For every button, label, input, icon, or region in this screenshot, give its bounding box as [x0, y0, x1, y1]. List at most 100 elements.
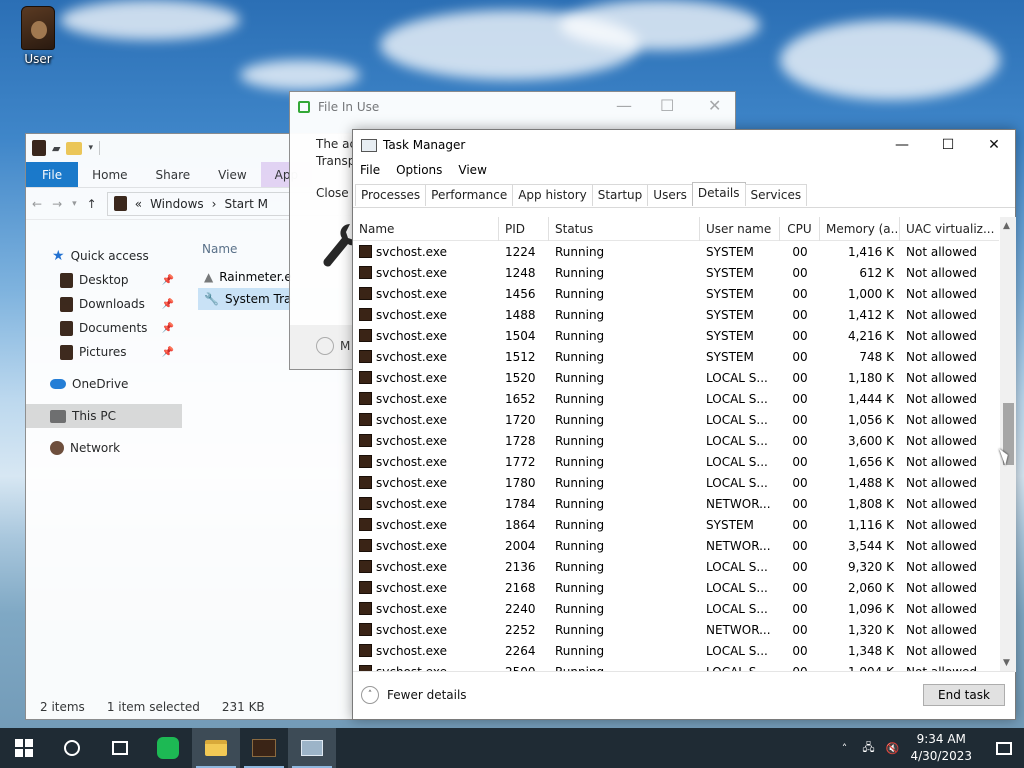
close-icon: ✕: [988, 137, 1000, 153]
maximize-icon[interactable]: ☐: [660, 96, 674, 115]
task-view-button[interactable]: [96, 728, 144, 768]
table-row[interactable]: svchost.exe 1864 Running SYSTEM 00 1,116 K Not…: [353, 514, 999, 535]
minimize-icon[interactable]: —: [616, 96, 632, 115]
nav-label: OneDrive: [72, 377, 129, 391]
task-manager-app-icon: [361, 138, 377, 152]
desktop-icon-user[interactable]: User: [12, 6, 64, 66]
end-task-button[interactable]: End task: [923, 684, 1005, 706]
clock[interactable]: 9:34 AM 4/30/2023: [910, 731, 972, 765]
table-row[interactable]: svchost.exe 2136 Running LOCAL S... 00 9,320 …: [353, 556, 999, 577]
recent-chevron-icon[interactable]: ▾: [72, 199, 77, 209]
column-header-status[interactable]: Status: [549, 217, 700, 241]
cell-cpu: 00: [792, 370, 808, 385]
nav-documents[interactable]: Documents 📌: [26, 316, 182, 340]
table-row[interactable]: svchost.exe 1520 Running LOCAL S... 00 1,180 …: [353, 367, 999, 388]
close-icon[interactable]: ✕: [708, 96, 721, 115]
show-hidden-icons-chevron-icon[interactable]: ˄: [834, 742, 854, 755]
menu-file[interactable]: File: [360, 163, 380, 177]
nav-network[interactable]: Network: [26, 436, 182, 460]
file-explorer-icon: [205, 740, 227, 756]
column-header-pid[interactable]: PID: [499, 217, 549, 241]
table-row[interactable]: svchost.exe 1248 Running SYSTEM 00 612 K Not a…: [353, 262, 999, 283]
separator: [99, 141, 100, 155]
back-arrow-icon[interactable]: ←: [32, 197, 42, 211]
more-details-link[interactable]: M: [340, 339, 350, 353]
nav-downloads[interactable]: Downloads 📌: [26, 292, 182, 316]
breadcrumb-start-menu[interactable]: Start M: [224, 197, 267, 211]
ribbon-tab-home[interactable]: Home: [78, 162, 141, 187]
table-row[interactable]: svchost.exe 2264 Running LOCAL S... 00 1,348 …: [353, 640, 999, 661]
ribbon-tab-file[interactable]: File: [26, 162, 79, 187]
table-row[interactable]: svchost.exe 1772 Running LOCAL S... 00 1,656 …: [353, 451, 999, 472]
table-row[interactable]: svchost.exe 1780 Running LOCAL S... 00 1,488 …: [353, 472, 999, 493]
table-row[interactable]: svchost.exe 1728 Running LOCAL S... 00 3,600 …: [353, 430, 999, 451]
cell-status: Running: [555, 307, 605, 322]
table-row[interactable]: svchost.exe 2168 Running LOCAL S... 00 2,060 …: [353, 577, 999, 598]
taskbar-task-manager[interactable]: [288, 728, 336, 768]
taskbar-app-brown[interactable]: [240, 728, 288, 768]
table-row[interactable]: svchost.exe 1504 Running SYSTEM 00 4,216 K Not…: [353, 325, 999, 346]
chevron-down-icon[interactable]: ▾: [88, 143, 93, 153]
table-row[interactable]: svchost.exe 1456 Running SYSTEM 00 1,000 K Not…: [353, 283, 999, 304]
scroll-up-icon[interactable]: ▲: [1003, 221, 1010, 231]
tab-performance[interactable]: Performance: [425, 184, 514, 206]
tab-details[interactable]: Details: [691, 182, 746, 206]
nav-quick-access[interactable]: ★ Quick access: [26, 244, 182, 268]
ribbon-tab-share[interactable]: Share: [142, 162, 205, 187]
table-row[interactable]: svchost.exe 1784 Running NETWOR... 00 1,808 K…: [353, 493, 999, 514]
action-center-button[interactable]: [984, 728, 1024, 768]
folder-icon[interactable]: [66, 141, 83, 155]
quick-access-toolbar-icon[interactable]: ▰: [52, 142, 60, 155]
tab-app-history[interactable]: App history: [512, 184, 593, 206]
tab-startup[interactable]: Startup: [591, 184, 649, 206]
table-row[interactable]: svchost.exe 1720 Running LOCAL S... 00 1,056 …: [353, 409, 999, 430]
taskbar-file-explorer[interactable]: [192, 728, 240, 768]
network-status-icon[interactable]: 🖧: [858, 739, 878, 758]
close-button[interactable]: ✕: [971, 130, 1017, 160]
cloud: [240, 60, 360, 90]
forward-arrow-icon[interactable]: →: [52, 197, 62, 211]
table-row[interactable]: svchost.exe 1512 Running SYSTEM 00 748 K Not a…: [353, 346, 999, 367]
table-row[interactable]: svchost.exe 1652 Running LOCAL S... 00 1,444 …: [353, 388, 999, 409]
tab-users[interactable]: Users: [647, 184, 693, 206]
ribbon-tab-view[interactable]: View: [204, 162, 260, 187]
tab-processes[interactable]: Processes: [355, 184, 427, 206]
maximize-button[interactable]: ☐: [925, 130, 971, 160]
dialog-title: File In Use: [318, 100, 380, 114]
cell-pid: 1864: [505, 517, 536, 532]
nav-desktop[interactable]: Desktop 📌: [26, 268, 182, 292]
cell-pid: 1456: [505, 286, 536, 301]
volume-muted-icon[interactable]: 🔇: [882, 742, 902, 755]
scroll-down-icon[interactable]: ▼: [1003, 658, 1010, 668]
chevron-up-icon[interactable]: ˄: [361, 686, 379, 704]
column-header-uac[interactable]: UAC virtualiz...: [900, 217, 999, 241]
up-arrow-icon[interactable]: ↑: [87, 197, 97, 211]
minimize-button[interactable]: —: [879, 130, 925, 160]
column-header-cpu[interactable]: CPU: [780, 217, 820, 241]
tab-services[interactable]: Services: [744, 184, 808, 206]
table-row[interactable]: svchost.exe 1224 Running SYSTEM 00 1,416 K Not…: [353, 241, 999, 262]
table-row[interactable]: svchost.exe 2240 Running LOCAL S... 00 1,096 …: [353, 598, 999, 619]
nav-pictures[interactable]: Pictures 📌: [26, 340, 182, 364]
vertical-scrollbar[interactable]: ▲ ▼: [1000, 217, 1016, 672]
menu-view[interactable]: View: [458, 163, 486, 177]
address-overflow[interactable]: «: [135, 197, 142, 211]
process-name: svchost.exe: [376, 370, 447, 385]
cell-status: Running: [555, 391, 605, 406]
menu-options[interactable]: Options: [396, 163, 442, 177]
table-row[interactable]: svchost.exe 1488 Running SYSTEM 00 1,412 K Not…: [353, 304, 999, 325]
nav-this-pc[interactable]: This PC: [26, 404, 182, 428]
search-button[interactable]: [48, 728, 96, 768]
table-row[interactable]: svchost.exe 2004 Running NETWOR... 00 3,544 K…: [353, 535, 999, 556]
column-header-memory[interactable]: Memory (a...: [820, 217, 900, 241]
column-header-user-name[interactable]: User name: [700, 217, 780, 241]
cell-memory: 748 K: [859, 349, 894, 364]
fewer-details-link[interactable]: Fewer details: [387, 688, 467, 702]
brown-app-icon: [252, 739, 276, 757]
more-details-chevron-icon[interactable]: [316, 337, 334, 355]
taskbar-app-green[interactable]: [144, 728, 192, 768]
breadcrumb-windows[interactable]: Windows: [150, 197, 204, 211]
nav-onedrive[interactable]: OneDrive: [26, 372, 182, 396]
start-button[interactable]: [0, 728, 48, 768]
table-row[interactable]: svchost.exe 2252 Running NETWOR... 00 1,320 K…: [353, 619, 999, 640]
